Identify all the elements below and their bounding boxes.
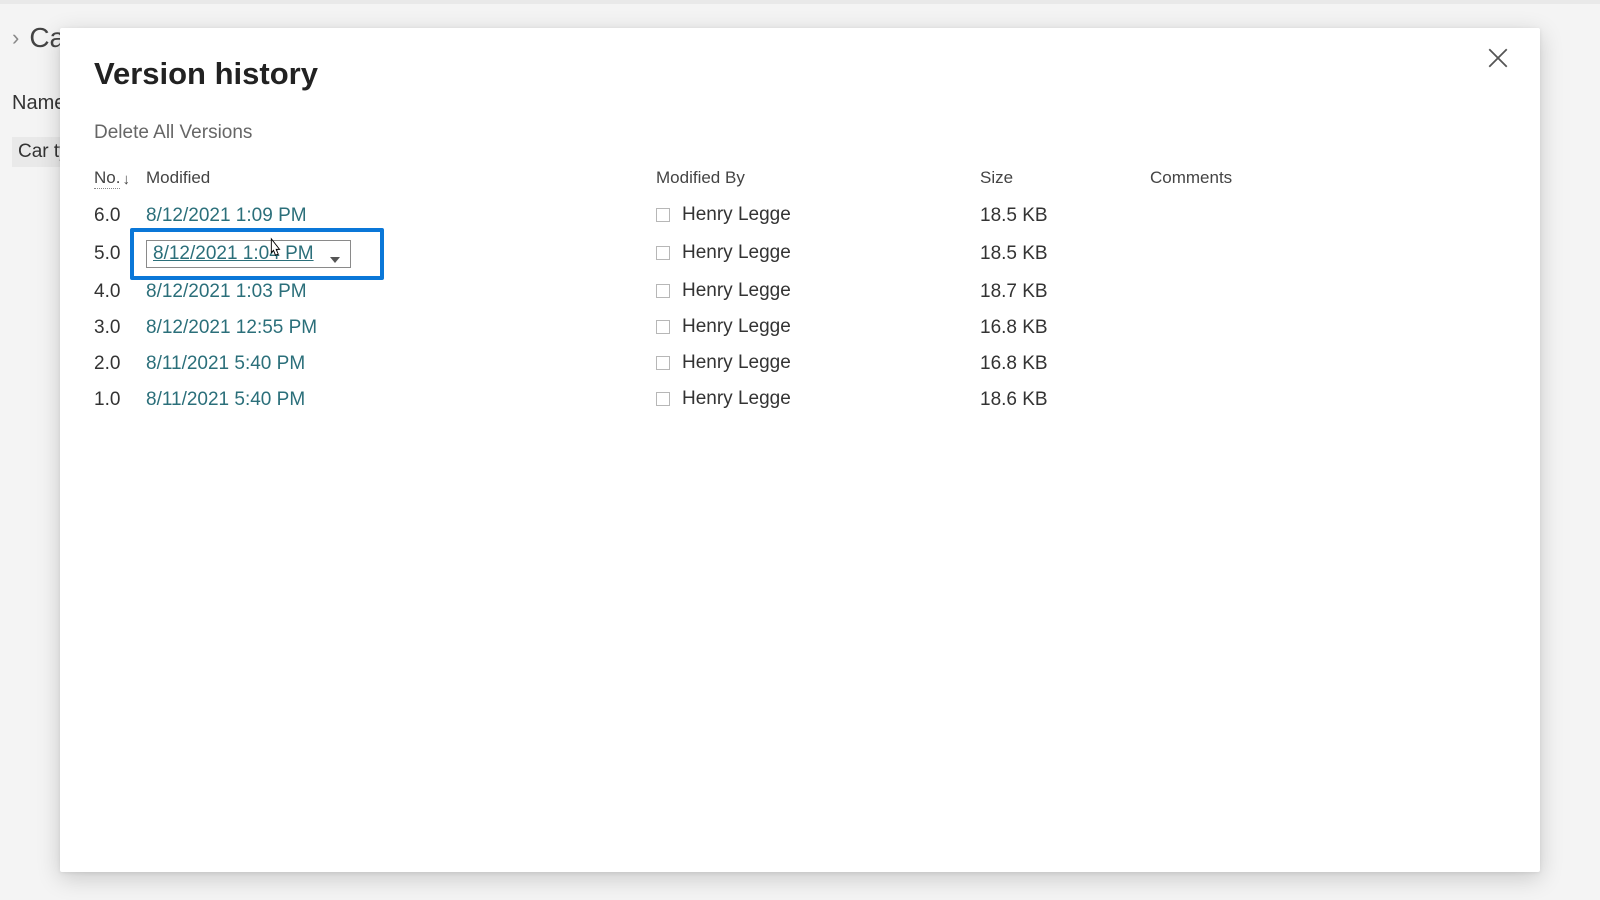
col-header-comments[interactable]: Comments [1150, 162, 1506, 198]
user-link[interactable]: Henry Legge [656, 204, 791, 226]
col-header-size-label: Size [980, 168, 1013, 187]
close-icon [1488, 48, 1508, 68]
version-modified-by: Henry Legge [656, 346, 980, 382]
user-link[interactable]: Henry Legge [656, 316, 791, 338]
version-modified: 8/12/2021 1:04 PM [146, 234, 656, 274]
col-header-comments-label: Comments [1150, 168, 1232, 187]
sort-desc-icon: ↓ [122, 171, 130, 188]
table-row: 5.0 8/12/2021 1:04 PM Henry Legge 18.5 KB [94, 234, 1506, 274]
version-size: 18.6 KB [980, 382, 1150, 418]
chevron-down-icon [330, 249, 340, 259]
version-number: 1.0 [94, 382, 146, 418]
version-number: 3.0 [94, 310, 146, 346]
version-size: 18.5 KB [980, 234, 1150, 274]
presence-square-icon [656, 208, 670, 222]
version-modified: 8/12/2021 12:55 PM [146, 310, 656, 346]
version-number: 5.0 [94, 234, 146, 274]
table-header-row: No.↓ Modified Modified By Size Comments [94, 162, 1506, 198]
version-history-panel: Version history Delete All Versions No.↓… [60, 28, 1540, 872]
version-number: 4.0 [94, 274, 146, 310]
page-title: Version history [94, 56, 1506, 92]
user-name: Henry Legge [682, 352, 791, 374]
presence-square-icon [656, 246, 670, 260]
table-row: 6.08/12/2021 1:09 PM Henry Legge 18.5 KB [94, 198, 1506, 234]
user-link[interactable]: Henry Legge [656, 352, 791, 374]
version-modified: 8/12/2021 1:09 PM [146, 198, 656, 234]
version-size: 16.8 KB [980, 346, 1150, 382]
user-name: Henry Legge [682, 204, 791, 226]
user-name: Henry Legge [682, 388, 791, 410]
col-header-modified-label: Modified [146, 168, 210, 187]
version-date-dropdown[interactable]: 8/12/2021 1:04 PM [146, 240, 351, 268]
table-row: 3.08/12/2021 12:55 PM Henry Legge 16.8 KB [94, 310, 1506, 346]
version-comments [1150, 310, 1506, 346]
col-header-no[interactable]: No.↓ [94, 162, 146, 198]
col-header-modified-by[interactable]: Modified By [656, 162, 980, 198]
user-link[interactable]: Henry Legge [656, 388, 791, 410]
user-name: Henry Legge [682, 280, 791, 302]
version-date-link[interactable]: 8/12/2021 1:03 PM [146, 281, 307, 302]
version-number: 6.0 [94, 198, 146, 234]
version-modified: 8/11/2021 5:40 PM [146, 382, 656, 418]
presence-square-icon [656, 320, 670, 334]
col-header-size[interactable]: Size [980, 162, 1150, 198]
version-date-link[interactable]: 8/11/2021 5:40 PM [146, 353, 305, 374]
version-comments [1150, 346, 1506, 382]
table-row: 4.08/12/2021 1:03 PM Henry Legge 18.7 KB [94, 274, 1506, 310]
delete-all-versions-link[interactable]: Delete All Versions [94, 122, 252, 144]
presence-square-icon [656, 392, 670, 406]
version-modified-by: Henry Legge [656, 234, 980, 274]
version-comments [1150, 198, 1506, 234]
version-comments [1150, 274, 1506, 310]
version-date-link[interactable]: 8/12/2021 12:55 PM [146, 317, 317, 338]
version-size: 18.5 KB [980, 198, 1150, 234]
version-date-link[interactable]: 8/11/2021 5:40 PM [146, 389, 305, 410]
presence-square-icon [656, 284, 670, 298]
col-header-modified[interactable]: Modified [146, 162, 656, 198]
version-modified: 8/11/2021 5:40 PM [146, 346, 656, 382]
version-size: 18.7 KB [980, 274, 1150, 310]
version-modified-by: Henry Legge [656, 382, 980, 418]
presence-square-icon [656, 356, 670, 370]
table-row: 2.08/11/2021 5:40 PM Henry Legge 16.8 KB [94, 346, 1506, 382]
version-date-link[interactable]: 8/12/2021 1:04 PM [153, 243, 314, 265]
version-date-link[interactable]: 8/12/2021 1:09 PM [146, 205, 307, 226]
version-modified-by: Henry Legge [656, 310, 980, 346]
user-link[interactable]: Henry Legge [656, 280, 791, 302]
version-size: 16.8 KB [980, 310, 1150, 346]
col-header-modified-by-label: Modified By [656, 168, 745, 187]
version-modified-by: Henry Legge [656, 274, 980, 310]
user-link[interactable]: Henry Legge [656, 242, 791, 264]
version-modified-by: Henry Legge [656, 198, 980, 234]
version-comments [1150, 382, 1506, 418]
version-number: 2.0 [94, 346, 146, 382]
col-header-no-label: No. [94, 168, 120, 189]
user-name: Henry Legge [682, 242, 791, 264]
version-table: No.↓ Modified Modified By Size Comments … [94, 162, 1506, 418]
user-name: Henry Legge [682, 316, 791, 338]
table-row: 1.08/11/2021 5:40 PM Henry Legge 18.6 KB [94, 382, 1506, 418]
close-button[interactable] [1488, 48, 1516, 76]
chevron-right-icon: › [12, 27, 19, 49]
version-comments [1150, 234, 1506, 274]
version-modified: 8/12/2021 1:03 PM [146, 274, 656, 310]
